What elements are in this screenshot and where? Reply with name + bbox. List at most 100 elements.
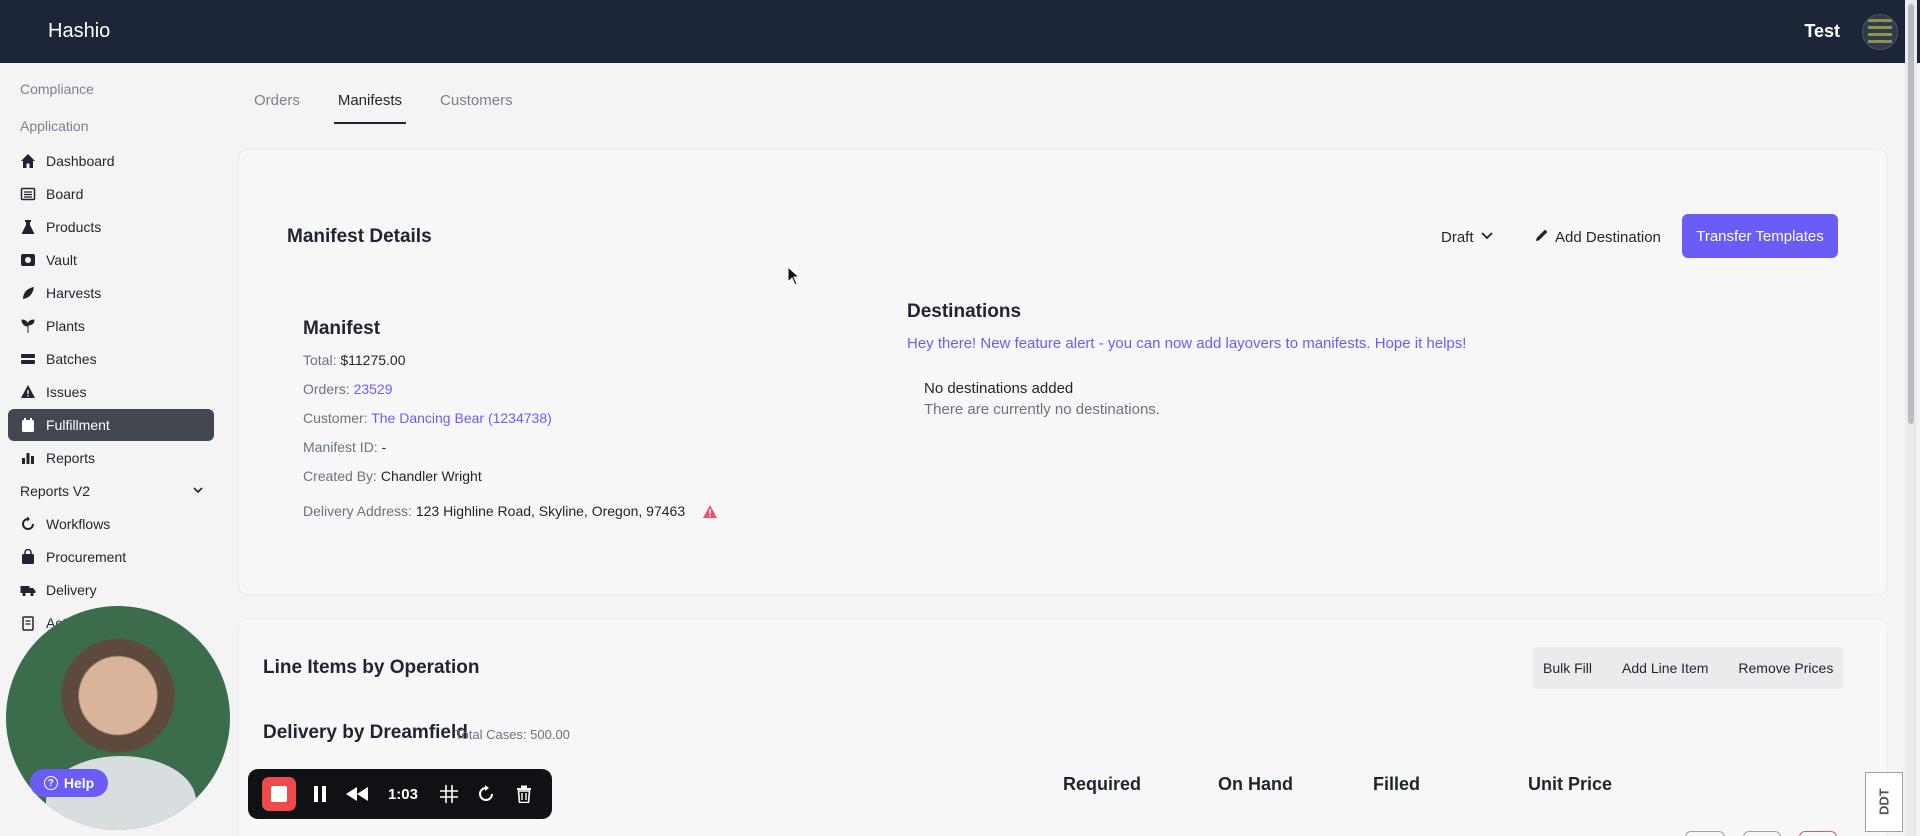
- rewind-button[interactable]: [343, 780, 371, 808]
- help-button[interactable]: ? Help: [30, 769, 108, 797]
- manifest-id-value: -: [381, 439, 387, 455]
- chevron-down-icon: [192, 483, 204, 499]
- manifest-created-by: Created By: Chandler Wright: [303, 468, 482, 484]
- destinations-heading: Destinations: [907, 301, 1022, 322]
- sidebar-item-plants[interactable]: Plants: [8, 310, 214, 342]
- sidebar-item-vault[interactable]: Vault: [8, 244, 214, 276]
- transfer-templates-button[interactable]: Transfer Templates: [1682, 214, 1838, 258]
- row-action-button[interactable]: [1743, 831, 1781, 836]
- sidebar-item-reports-v2[interactable]: Reports V2: [8, 475, 214, 507]
- bar-chart-icon: [20, 450, 36, 466]
- manifest-total: Total: $11275.00: [303, 352, 406, 368]
- restart-button[interactable]: [473, 780, 501, 808]
- sidebar-item-label: Reports V2: [20, 483, 91, 499]
- sidebar-item-fulfillment[interactable]: Fulfillment: [8, 409, 214, 441]
- created-by-label: Created By:: [303, 468, 377, 484]
- sidebar-item-issues[interactable]: Issues: [8, 376, 214, 408]
- sidebar-item-label: Issues: [46, 384, 87, 400]
- bag-icon: [20, 549, 36, 565]
- grid-icon: [439, 785, 458, 803]
- column-header-on-hand: On Hand: [1218, 774, 1293, 794]
- row-action-button[interactable]: [1685, 831, 1725, 836]
- sidebar-item-dashboard[interactable]: Dashboard: [8, 145, 214, 177]
- status-dropdown[interactable]: Draft: [1441, 228, 1494, 246]
- screen-recorder-toolbar: 1:03: [248, 769, 552, 819]
- sidebar-item-procurement[interactable]: Procurement: [8, 541, 214, 573]
- sidebar-section-application[interactable]: Application: [20, 118, 89, 134]
- operation-title: Delivery by Dreamfield: [263, 722, 468, 743]
- manifest-details-card: Manifest Details Draft Add Destination T…: [238, 149, 1888, 595]
- sidebar-item-harvests[interactable]: Harvests: [8, 277, 214, 309]
- pause-button[interactable]: [306, 780, 334, 808]
- sidebar-item-label: Reports: [46, 450, 96, 466]
- column-header-filled: Filled: [1373, 774, 1421, 794]
- plant-icon: [20, 318, 36, 334]
- clipboard-icon: [20, 615, 36, 631]
- flask-icon: [20, 219, 36, 235]
- brand-logo[interactable]: Hashio: [48, 20, 110, 43]
- sidebar-item-label: Workflows: [46, 516, 111, 532]
- trash-icon: [517, 785, 532, 803]
- order-link[interactable]: 23529: [354, 381, 393, 397]
- scrollbar-thumb[interactable]: [1908, 4, 1914, 424]
- sidebar-item-batches[interactable]: Batches: [8, 343, 214, 375]
- add-line-item-button[interactable]: Add Line Item: [1622, 660, 1708, 676]
- status-value: Draft: [1441, 228, 1474, 246]
- remove-prices-button[interactable]: Remove Prices: [1738, 660, 1833, 676]
- alert-triangle-icon[interactable]: [703, 505, 718, 521]
- operation-total-cases: Total Cases: 500.00: [455, 727, 570, 742]
- warning-icon: [20, 384, 36, 400]
- sidebar-item-label: Procurement: [46, 549, 127, 565]
- manifest-id: Manifest ID: -: [303, 439, 386, 455]
- tab-customers[interactable]: Customers: [436, 92, 517, 124]
- feature-alert-text: Hey there! New feature alert - you can n…: [907, 335, 1467, 352]
- manifest-tabs: Orders Manifests Customers: [250, 92, 517, 126]
- pencil-icon: [1535, 228, 1549, 246]
- restart-icon: [479, 785, 494, 801]
- sidebar-item-label: Harvests: [46, 285, 102, 301]
- sidebar-item-label: Plants: [46, 318, 85, 334]
- created-by-value: Chandler Wright: [380, 468, 482, 484]
- tab-manifests[interactable]: Manifests: [333, 92, 407, 124]
- recording-timer: 1:03: [387, 785, 418, 803]
- column-header-unit-price: Unit Price: [1528, 774, 1613, 794]
- sidebar-item-products[interactable]: Products: [8, 211, 214, 243]
- total-label: Total:: [303, 352, 337, 368]
- line-items-title: Line Items by Operation: [263, 657, 480, 678]
- top-bar: Hashio Test: [0, 0, 1920, 63]
- stop-recording-button[interactable]: [262, 777, 296, 811]
- sidebar-item-delivery[interactable]: Delivery: [8, 574, 214, 606]
- delivery-address-label: Delivery Address:: [303, 503, 412, 519]
- page-scrollbar[interactable]: [1905, 0, 1917, 836]
- manifest-orders: Orders: 23529: [303, 381, 393, 397]
- customer-link[interactable]: The Dancing Bear (1234738): [371, 410, 552, 426]
- column-header-required: Required: [1063, 774, 1142, 794]
- leaf-icon: [20, 285, 36, 301]
- tab-orders[interactable]: Orders: [250, 92, 304, 124]
- cycle-icon: [20, 516, 36, 532]
- orders-label: Orders:: [303, 381, 350, 397]
- add-destination-button[interactable]: Add Destination: [1535, 228, 1661, 246]
- delete-recording-button[interactable]: [510, 780, 538, 808]
- line-items-actions: Bulk Fill Add Line Item Remove Prices: [1533, 647, 1844, 689]
- question-icon: ?: [43, 776, 58, 790]
- add-destination-label: Add Destination: [1555, 228, 1661, 246]
- page-title: Manifest Details: [287, 226, 432, 247]
- empty-state-subtitle: There are currently no destinations.: [924, 401, 1160, 418]
- home-icon: [20, 153, 36, 169]
- calendar-icon: [20, 417, 36, 433]
- sidebar-item-label: Board: [46, 186, 84, 202]
- manifest-customer: Customer: The Dancing Bear (1234738): [303, 410, 552, 426]
- sidebar-section-compliance[interactable]: Compliance: [20, 81, 94, 97]
- sidebar-item-reports[interactable]: Reports: [8, 442, 214, 474]
- grid-button[interactable]: [435, 780, 463, 808]
- truck-icon: [20, 582, 36, 598]
- sidebar-item-workflows[interactable]: Workflows: [8, 508, 214, 540]
- row-delete-button[interactable]: [1799, 831, 1837, 836]
- manifest-heading: Manifest: [303, 318, 381, 339]
- bulk-fill-button[interactable]: Bulk Fill: [1543, 660, 1592, 676]
- user-name[interactable]: Test: [1804, 21, 1840, 42]
- rewind-icon: [346, 787, 369, 801]
- avatar[interactable]: [1862, 14, 1898, 50]
- sidebar-item-board[interactable]: Board: [8, 178, 214, 210]
